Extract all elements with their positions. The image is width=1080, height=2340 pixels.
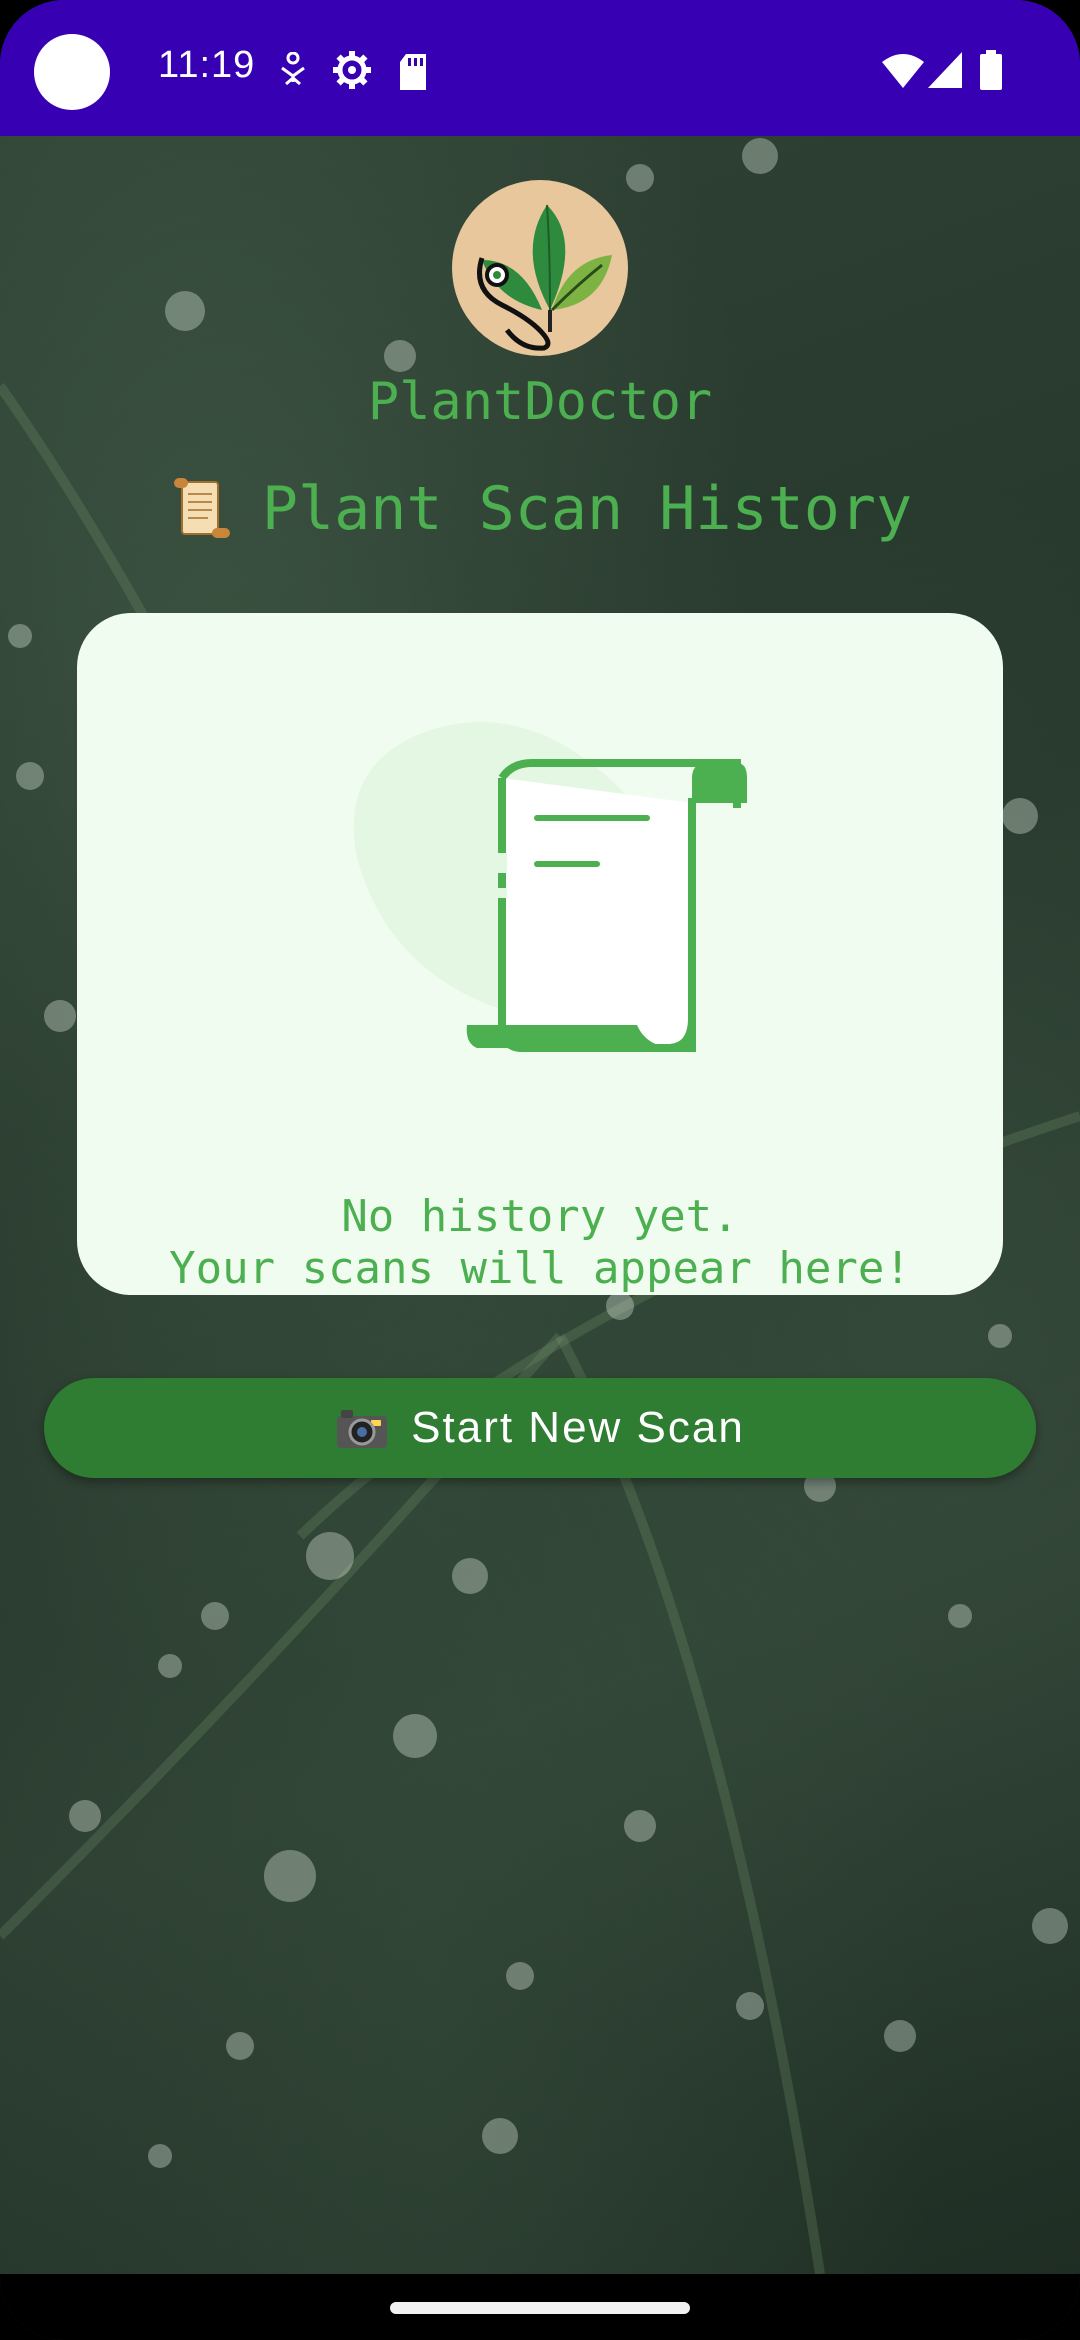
scroll-icon xyxy=(173,478,230,538)
page-title-text: Plant Scan History xyxy=(261,474,913,544)
history-empty-card: No history yet. Your scans will appear h… xyxy=(77,613,1003,1295)
app-name: PlantDoctor xyxy=(367,372,713,432)
status-bar: 11:19 xyxy=(0,0,1080,136)
document-scroll-icon xyxy=(353,722,747,1052)
app-logo xyxy=(452,180,628,356)
empty-message-line1: No history yet. xyxy=(341,1191,739,1242)
battery-icon xyxy=(980,50,1002,90)
start-new-scan-label: Start New Scan xyxy=(411,1403,745,1452)
screen: 11:19 PlantDoctor Plant Scan History No … xyxy=(0,0,1080,2340)
home-gesture-handle[interactable] xyxy=(390,2302,690,2314)
navigation-bar xyxy=(0,2274,1080,2340)
empty-history-message: No history yet. Your scans will appear h… xyxy=(77,1191,1003,1295)
camera-icon xyxy=(337,1410,388,1448)
page-title: Plant Scan History xyxy=(0,474,1080,544)
sd-card-icon xyxy=(400,54,426,90)
camera-cutout xyxy=(34,34,110,110)
start-new-scan-button[interactable]: Start New Scan xyxy=(44,1378,1036,1478)
accessibility-icon xyxy=(281,52,305,86)
status-time: 11:19 xyxy=(158,44,256,86)
wifi-icon xyxy=(882,54,924,88)
empty-message-line2: Your scans will appear here! xyxy=(169,1243,911,1294)
settings-gear-icon xyxy=(333,51,371,89)
cell-signal-icon xyxy=(928,52,962,88)
